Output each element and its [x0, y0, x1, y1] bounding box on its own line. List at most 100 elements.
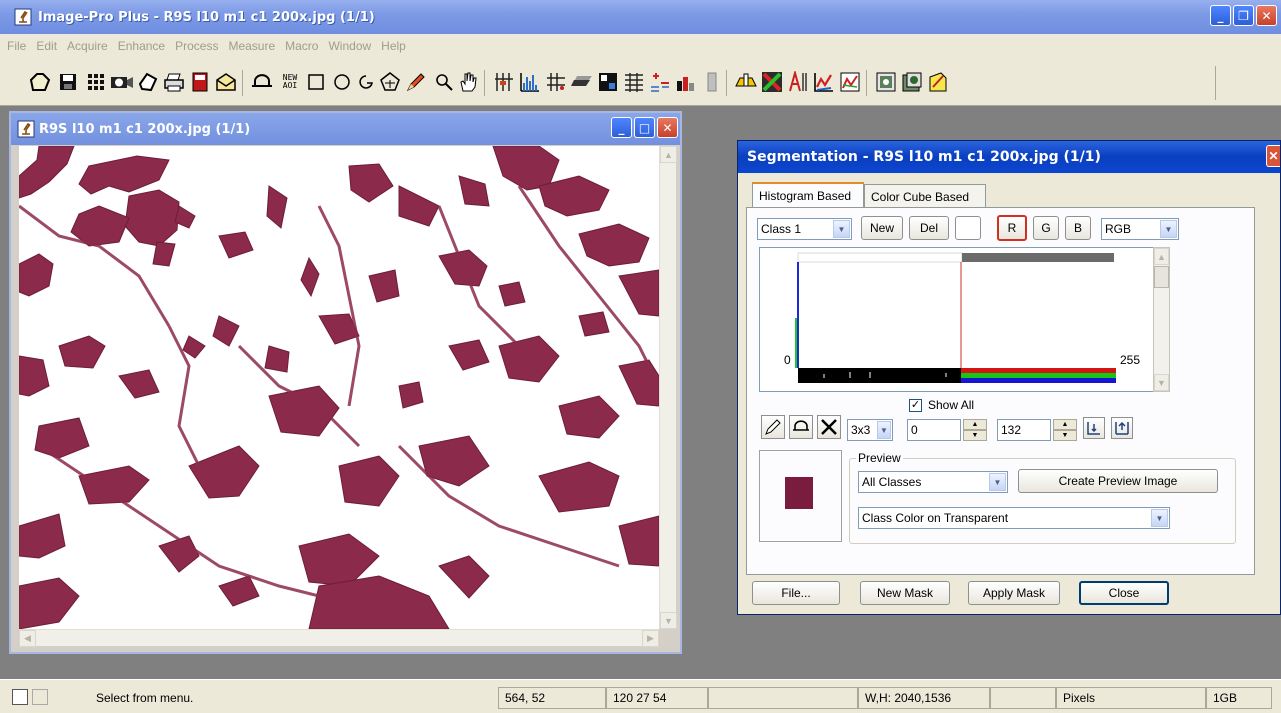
- show-all-checkbox-row[interactable]: ✓ Show All: [909, 398, 974, 412]
- macro-record-icon[interactable]: [900, 70, 924, 94]
- status-units: Pixels: [1056, 687, 1206, 709]
- preview-classes-select[interactable]: All Classes ▼: [858, 471, 1008, 493]
- segment-plus-icon[interactable]: [648, 70, 672, 94]
- minimize-button[interactable]: _: [1210, 5, 1231, 26]
- image-canvas[interactable]: [19, 146, 659, 629]
- range-low-input[interactable]: 0: [907, 419, 961, 441]
- channel-r-button[interactable]: R: [997, 215, 1027, 241]
- mail-icon[interactable]: [214, 70, 238, 94]
- image-maximize-button[interactable]: □: [634, 117, 655, 138]
- color-segment-icon[interactable]: [760, 70, 784, 94]
- gradient-bar-icon[interactable]: [700, 70, 724, 94]
- eyedropper-tool-button[interactable]: [761, 415, 785, 439]
- count-objects-icon[interactable]: [596, 70, 620, 94]
- histogram-scrollbar[interactable]: ▲ ▼: [1153, 247, 1170, 392]
- polygon-aoi-icon[interactable]: [378, 70, 402, 94]
- lasso-icon[interactable]: [136, 70, 160, 94]
- show-all-checkbox[interactable]: ✓: [909, 398, 922, 412]
- chart-window-icon[interactable]: [838, 70, 862, 94]
- tab-color-cube-based[interactable]: Color Cube Based: [864, 184, 986, 208]
- tab-histogram-based[interactable]: Histogram Based: [752, 182, 864, 208]
- range-high-spinner[interactable]: ▲ ▼: [1053, 419, 1077, 441]
- create-preview-image-button[interactable]: Create Preview Image: [1018, 469, 1218, 493]
- save-icon[interactable]: [56, 70, 80, 94]
- image-database-icon[interactable]: [874, 70, 898, 94]
- menu-macro[interactable]: Macro: [280, 39, 323, 53]
- spin-down-icon[interactable]: ▼: [963, 430, 987, 441]
- new-class-button[interactable]: New: [861, 216, 903, 240]
- class-select[interactable]: Class 1 ▼: [757, 218, 852, 240]
- color-model-select[interactable]: RGB ▼: [1101, 218, 1179, 240]
- new-mask-button[interactable]: New Mask: [860, 581, 950, 605]
- scroll-left-arrow[interactable]: ◀: [19, 630, 36, 647]
- segmentation-titlebar[interactable]: Segmentation - R9S l10 m1 c1 200x.jpg (1…: [738, 141, 1280, 173]
- hist-scroll-up-arrow[interactable]: ▲: [1154, 248, 1169, 265]
- apply-mask-button[interactable]: Apply Mask: [968, 581, 1060, 605]
- text-annotation-icon[interactable]: [786, 70, 810, 94]
- delete-class-button[interactable]: Del: [909, 216, 949, 240]
- freeform-aoi-icon[interactable]: [354, 70, 378, 94]
- class-color-button[interactable]: [955, 216, 981, 240]
- segmentation-close-icon[interactable]: ✕: [1266, 145, 1280, 167]
- zoom-icon[interactable]: [432, 70, 456, 94]
- menu-measure[interactable]: Measure: [223, 39, 280, 53]
- image-window-titlebar[interactable]: R9S l10 m1 c1 200x.jpg (1/1) _ □ ✕: [11, 113, 680, 145]
- close-button[interactable]: ✕: [1256, 5, 1277, 26]
- grid-icon[interactable]: [84, 70, 108, 94]
- new-aoi-icon[interactable]: NEW AOI: [278, 70, 302, 94]
- restore-button[interactable]: ❐: [1233, 5, 1254, 26]
- color-bars-icon[interactable]: [674, 70, 698, 94]
- threshold-left-button[interactable]: [1083, 417, 1105, 439]
- tile-windows-icon[interactable]: [734, 70, 758, 94]
- stop-icon[interactable]: [188, 70, 212, 94]
- preview-mode-select[interactable]: Class Color on Transparent ▼: [858, 507, 1170, 529]
- channel-b-button[interactable]: B: [1065, 216, 1091, 240]
- grid-measure-icon[interactable]: [544, 70, 568, 94]
- layers-icon[interactable]: [570, 70, 594, 94]
- measure-lines-icon[interactable]: [492, 70, 516, 94]
- image-close-button[interactable]: ✕: [657, 117, 678, 138]
- menu-window[interactable]: Window: [323, 39, 376, 53]
- clear-tool-button[interactable]: [817, 415, 841, 439]
- range-high-input[interactable]: 132: [997, 419, 1051, 441]
- kernel-size-select[interactable]: 3x3 ▼: [847, 419, 893, 441]
- tile-window-icon[interactable]: [32, 689, 48, 705]
- image-vertical-scrollbar[interactable]: ▲ ▼: [659, 146, 677, 629]
- single-window-icon[interactable]: [12, 689, 28, 705]
- file-button[interactable]: File...: [752, 581, 840, 605]
- spin-down-icon[interactable]: ▼: [1053, 430, 1077, 441]
- menu-enhance[interactable]: Enhance: [113, 39, 170, 53]
- hist-scroll-down-arrow[interactable]: ▼: [1154, 374, 1169, 391]
- hist-scroll-thumb[interactable]: [1154, 266, 1169, 288]
- histogram-view[interactable]: 0 255: [759, 247, 1155, 392]
- menu-file[interactable]: File: [2, 39, 31, 53]
- threshold-right-button[interactable]: [1111, 417, 1133, 439]
- scroll-down-arrow[interactable]: ▼: [660, 612, 677, 629]
- histogram-icon[interactable]: [518, 70, 542, 94]
- rectangle-aoi-icon[interactable]: [304, 70, 328, 94]
- menu-help[interactable]: Help: [376, 39, 411, 53]
- spin-up-icon[interactable]: ▲: [963, 419, 987, 430]
- menu-process[interactable]: Process: [170, 39, 223, 53]
- pencil-icon[interactable]: [404, 70, 428, 94]
- ellipse-aoi-icon[interactable]: [330, 70, 354, 94]
- undo-tool-button[interactable]: [789, 415, 813, 439]
- scroll-up-arrow[interactable]: ▲: [660, 146, 677, 163]
- line-profile-icon[interactable]: [812, 70, 836, 94]
- image-horizontal-scrollbar[interactable]: ◀ ▶: [19, 629, 659, 647]
- undo-icon[interactable]: [250, 70, 274, 94]
- print-icon[interactable]: [162, 70, 186, 94]
- image-minimize-button[interactable]: _: [611, 117, 632, 138]
- open-file-icon[interactable]: [28, 70, 52, 94]
- close-dialog-button[interactable]: Close: [1079, 581, 1169, 605]
- camera-icon[interactable]: [110, 70, 134, 94]
- report-icon[interactable]: [926, 70, 950, 94]
- menu-edit[interactable]: Edit: [31, 39, 62, 53]
- menu-acquire[interactable]: Acquire: [62, 39, 113, 53]
- range-low-spinner[interactable]: ▲ ▼: [963, 419, 987, 441]
- scroll-right-arrow[interactable]: ▶: [642, 630, 659, 647]
- spin-up-icon[interactable]: ▲: [1053, 419, 1077, 430]
- hand-pan-icon[interactable]: [456, 70, 480, 94]
- data-table-icon[interactable]: [622, 70, 646, 94]
- channel-g-button[interactable]: G: [1033, 216, 1059, 240]
